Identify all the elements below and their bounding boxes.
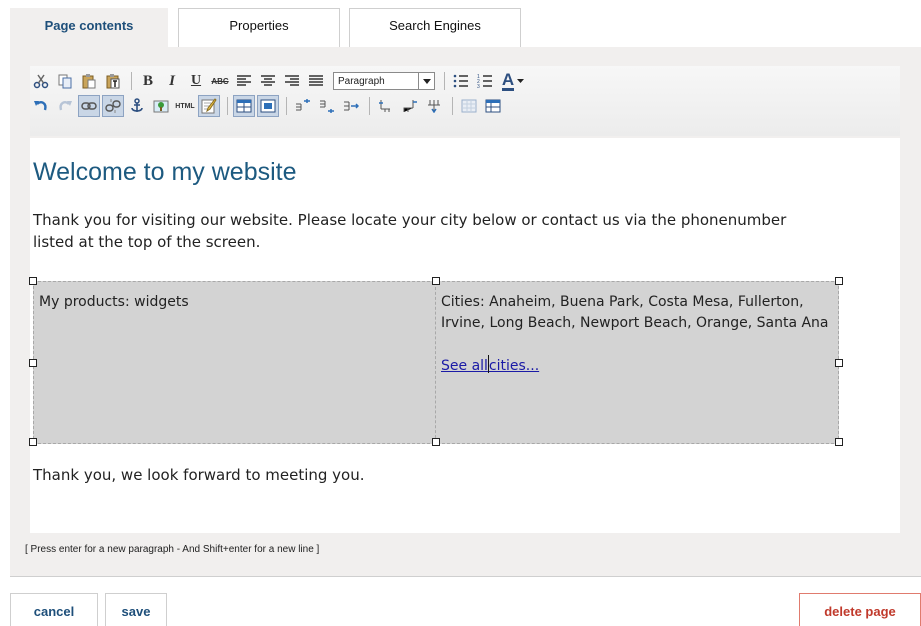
align-justify-icon[interactable] xyxy=(305,70,327,92)
chevron-down-icon xyxy=(517,79,525,83)
undo-icon[interactable] xyxy=(30,95,52,117)
products-text: My products: widgets xyxy=(39,294,189,310)
format-select-value: Paragraph xyxy=(338,75,385,87)
toolbar-separator xyxy=(131,72,132,90)
save-button[interactable]: save xyxy=(105,593,167,626)
underline-icon[interactable]: U xyxy=(185,70,207,92)
link-icon[interactable] xyxy=(78,95,100,117)
delete-row-icon[interactable] xyxy=(340,95,362,117)
delete-col-icon[interactable] xyxy=(423,95,445,117)
svg-text:3: 3 xyxy=(477,84,480,88)
resize-handle-top-middle[interactable] xyxy=(432,277,440,285)
edit-icon[interactable] xyxy=(198,95,220,117)
resize-handle-bottom-left[interactable] xyxy=(29,438,37,446)
insert-col-before-icon[interactable] xyxy=(375,95,397,117)
tab-properties[interactable]: Properties xyxy=(178,8,340,48)
link-text-part-1: See all xyxy=(441,358,488,374)
table-icon[interactable] xyxy=(233,95,255,117)
insert-row-after-icon[interactable] xyxy=(316,95,338,117)
toolbar-separator xyxy=(369,97,370,115)
table-props-icon[interactable] xyxy=(257,95,279,117)
toolbar-separator xyxy=(286,97,287,115)
align-right-icon[interactable] xyxy=(281,70,303,92)
insert-col-after-icon[interactable] xyxy=(399,95,421,117)
tab-bar: Page contents Properties Search Engines xyxy=(10,8,910,48)
page-heading[interactable]: Welcome to my website xyxy=(33,158,297,187)
html-source-icon[interactable]: HTML xyxy=(174,95,196,117)
intro-paragraph[interactable]: Thank you for visiting our website. Plea… xyxy=(33,209,803,253)
bulleted-list-icon[interactable] xyxy=(450,70,472,92)
merge-cells-icon[interactable] xyxy=(458,95,480,117)
editor-content-area[interactable]: Welcome to my website Thank you for visi… xyxy=(29,138,900,533)
italic-icon[interactable]: I xyxy=(161,70,183,92)
insert-row-before-icon[interactable] xyxy=(292,95,314,117)
resize-handle-middle-right[interactable] xyxy=(835,359,843,367)
strikethrough-icon[interactable]: ABC xyxy=(209,70,231,92)
copy-icon[interactable] xyxy=(54,70,76,92)
tab-page-contents[interactable]: Page contents xyxy=(10,8,168,48)
editor-toolbar: B I U ABC Paragraph 123 A HTML xyxy=(30,66,900,136)
image-icon[interactable] xyxy=(150,95,172,117)
text-color-icon[interactable]: A xyxy=(498,70,528,92)
toolbar-row-2: HTML xyxy=(30,93,506,119)
bold-icon[interactable]: B xyxy=(137,70,159,92)
table-cell-products[interactable]: My products: widgets xyxy=(34,282,436,443)
cancel-button[interactable]: cancel xyxy=(10,593,98,626)
resize-handle-middle-left[interactable] xyxy=(29,359,37,367)
delete-page-button[interactable]: delete page xyxy=(799,593,921,626)
resize-handle-bottom-middle[interactable] xyxy=(432,438,440,446)
toolbar-separator xyxy=(444,72,445,90)
redo-icon[interactable] xyxy=(54,95,76,117)
toolbar-row-1: B I U ABC Paragraph 123 A xyxy=(30,68,530,94)
table-cell-cities[interactable]: Cities: Anaheim, Buena Park, Costa Mesa,… xyxy=(436,282,838,443)
tab-search-engines[interactable]: Search Engines xyxy=(349,8,521,48)
split-cells-icon[interactable] xyxy=(482,95,504,117)
resize-handle-top-left[interactable] xyxy=(29,277,37,285)
toolbar-separator xyxy=(227,97,228,115)
editor-hint: [ Press enter for a new paragraph - And … xyxy=(25,544,320,555)
content-table[interactable]: My products: widgets Cities: Anaheim, Bu… xyxy=(33,281,839,444)
paste-icon[interactable] xyxy=(78,70,100,92)
cities-text: Cities: Anaheim, Buena Park, Costa Mesa,… xyxy=(441,294,829,331)
format-select[interactable]: Paragraph xyxy=(333,72,435,90)
paste-text-icon[interactable] xyxy=(102,70,124,92)
chevron-down-icon xyxy=(418,73,434,89)
resize-handle-bottom-right[interactable] xyxy=(835,438,843,446)
numbered-list-icon[interactable]: 123 xyxy=(474,70,496,92)
align-center-icon[interactable] xyxy=(257,70,279,92)
closing-paragraph[interactable]: Thank you, we look forward to meeting yo… xyxy=(33,464,365,486)
cut-icon[interactable] xyxy=(30,70,52,92)
text-color-glyph: A xyxy=(501,69,515,91)
link-text-part-2: cities... xyxy=(488,358,540,374)
align-left-icon[interactable] xyxy=(233,70,255,92)
resize-handle-top-right[interactable] xyxy=(835,277,843,285)
see-all-cities-link[interactable]: See allcities... xyxy=(441,355,539,377)
toolbar-separator xyxy=(452,97,453,115)
unlink-icon[interactable] xyxy=(102,95,124,117)
anchor-icon[interactable] xyxy=(126,95,148,117)
